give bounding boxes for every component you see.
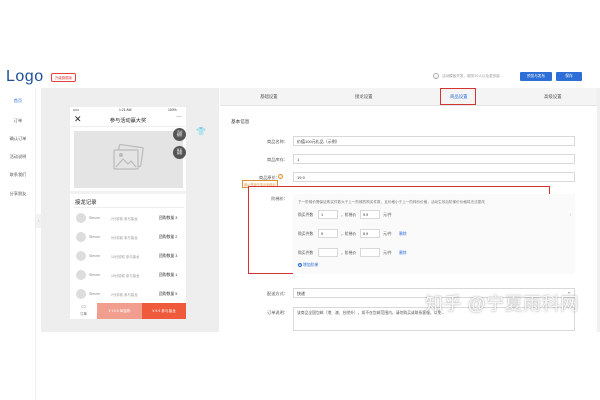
record-count: 团购数量 3 [159, 254, 178, 258]
tab-advanced-settings[interactable]: 高级设置 [544, 94, 562, 100]
section-title: 基本信息 [231, 119, 250, 124]
tier-qty-input[interactable]: 5 [318, 229, 338, 238]
record-time: 2分钟前 参与接龙 [111, 217, 138, 221]
product-image-placeholder [74, 131, 183, 188]
record-row: Steven 2分钟前 参与接龙 团购数量 3 [74, 210, 184, 227]
activity-rules-button[interactable]: 活动 规则 [173, 128, 186, 141]
record-row: Steven 15分钟前 参与接龙 团购数量 3 [74, 248, 184, 265]
phone-title: 参与活动赢大奖 [109, 118, 147, 124]
record-time: 2分钟前 参与接龙 [111, 293, 138, 297]
tier-qty-input[interactable]: 1 [318, 210, 338, 219]
sidebar-item-home[interactable]: 首页 [0, 98, 36, 104]
tier-price-text: ，阶梯价 [341, 232, 357, 236]
signal-icon: ••••• [73, 108, 79, 112]
record-count: 团购数量 2 [159, 235, 178, 239]
record-count: 团购数量 3 [159, 216, 178, 220]
avatar [76, 232, 86, 242]
sidebar: 首页 订单 确认订单 活动说明 联系我们 分享朋友 [0, 88, 36, 400]
record-name: Steven [89, 273, 101, 277]
plus-icon: + [298, 263, 302, 267]
section-divider [70, 191, 186, 194]
chevron-right-icon[interactable]: › [570, 212, 571, 217]
image-icon [113, 144, 144, 170]
record-name: Steven [89, 235, 101, 239]
tier-delete-link[interactable]: 删除 [399, 232, 407, 237]
tier-qty-input[interactable] [318, 248, 338, 257]
help-icon[interactable]: ? [278, 174, 283, 179]
avatar [76, 289, 86, 299]
order-tab[interactable]: ▭ 订单 [70, 303, 97, 319]
save-button[interactable]: 保存 [556, 72, 582, 81]
status-time: 1:21 AM [119, 108, 132, 112]
tier-delete-link[interactable]: 删除 [399, 251, 407, 256]
record-time: 15分钟前 参与接龙 [111, 255, 140, 259]
product-stock-input[interactable]: 1 [293, 154, 575, 164]
product-price-input[interactable]: 19.9 [293, 172, 575, 182]
preview-publish-button[interactable]: 预览与发布 [520, 72, 552, 81]
watermark: 知乎 @宁夏雨科网 [425, 294, 579, 314]
tier-unit: 元/件 [383, 251, 392, 255]
tier-price-input[interactable]: 9.9 [360, 210, 380, 219]
upgrade-badge[interactable]: 升级旗舰版 [51, 73, 76, 82]
record-row: Steven 5分钟前 参与接龙 团购数量 2 [74, 229, 184, 246]
tier-qty-label: 购买件数 [298, 251, 314, 255]
app-root: Logo 升级旗舰版 i 活动模板开发，服务20人以及更多能... 预览与发布 … [0, 0, 600, 400]
hint-text: 活动模板开发，服务20人以及更多能... [442, 74, 503, 78]
tier-qty-label: 购买件数 [298, 232, 314, 236]
record-title: 接龙记录 [75, 200, 97, 206]
avatar [76, 270, 86, 280]
record-name: Steven [89, 216, 101, 220]
more-icon[interactable]: ··· [176, 114, 182, 120]
sidebar-item-activity-desc[interactable]: 活动说明 [0, 154, 36, 160]
cart-icon: ▭ [81, 304, 86, 310]
record-count: 团购数量 5 [159, 292, 178, 296]
product-stock-label: 商品库存： [267, 157, 288, 162]
product-name-label: 商品名称： [267, 139, 288, 144]
sidebar-item-confirm-order[interactable]: 确认订单 [0, 136, 36, 142]
status-battery: 100% [168, 108, 177, 112]
tier-price-text: ，阶梯价 [341, 251, 357, 255]
active-tab-highlight [440, 88, 476, 105]
tier-price-label: 阶梯价： [271, 196, 288, 201]
join-buy-button[interactable]: ¥ 9.9 参与接龙 [142, 303, 186, 319]
record-time: 15分钟前 参与接龙 [111, 274, 140, 278]
customer-service-button[interactable]: 联系 客服 [173, 146, 186, 159]
phone-header: ✕ 参与活动赢大奖 ··· [70, 113, 186, 127]
logo: Logo [6, 68, 44, 85]
record-row: Steven 2分钟前 参与接龙 团购数量 5 [74, 286, 184, 303]
settings-tabs: 基础设置 接龙设置 商品设置 高级设置 [220, 88, 600, 106]
buy-alone-button[interactable]: ¥ 19.9 单独购 [97, 303, 142, 319]
top-bar: Logo 升级旗舰版 i 活动模板开发，服务20人以及更多能... 预览与发布 … [0, 0, 600, 88]
add-tier-button[interactable]: + 增加阶梯 [298, 263, 318, 268]
tier-price-text: ，阶梯价 [341, 213, 357, 217]
tier-qty-label: 购买件数 [298, 213, 314, 217]
sidebar-item-share[interactable]: 分享朋友 [0, 191, 36, 197]
tier-price-input[interactable] [360, 248, 380, 257]
tier-price-input[interactable]: 8.9 [360, 229, 380, 238]
sidebar-item-contact[interactable]: 联系我们 [0, 172, 36, 178]
avatar [76, 213, 86, 223]
avatar [76, 251, 86, 261]
info-icon: i [433, 73, 439, 79]
record-count: 团购数量 1 [159, 273, 178, 277]
record-time: 5分钟前 参与接龙 [111, 236, 138, 240]
order-note-label: 订单说明： [267, 310, 288, 315]
tier-description: 下一阶梯价需保证购买件数大于上一阶梯的购买件数，且价格小于上一阶梯价价格，活动生… [298, 200, 485, 204]
product-name-input[interactable]: 价值100元礼品（示例） [293, 136, 575, 146]
delivery-label: 配送方式： [267, 291, 288, 296]
sidebar-item-orders[interactable]: 订单 [0, 118, 36, 124]
record-name: Steven [89, 292, 101, 296]
tab-relay-settings[interactable]: 接龙设置 [355, 94, 373, 100]
record-name: Steven [89, 254, 101, 258]
tier-unit: 元/件 [383, 213, 392, 217]
tab-basic-settings[interactable]: 基础设置 [260, 94, 278, 100]
shirt-icon[interactable]: 👕 [196, 127, 206, 136]
record-divider [74, 207, 184, 208]
phone-footer: ▭ 订单 ¥ 19.9 单独购 ¥ 9.9 参与接龙 [70, 303, 186, 319]
tier-unit: 元/件 [383, 232, 392, 236]
record-row: Steven 15分钟前 参与接龙 团购数量 1 [74, 267, 184, 284]
